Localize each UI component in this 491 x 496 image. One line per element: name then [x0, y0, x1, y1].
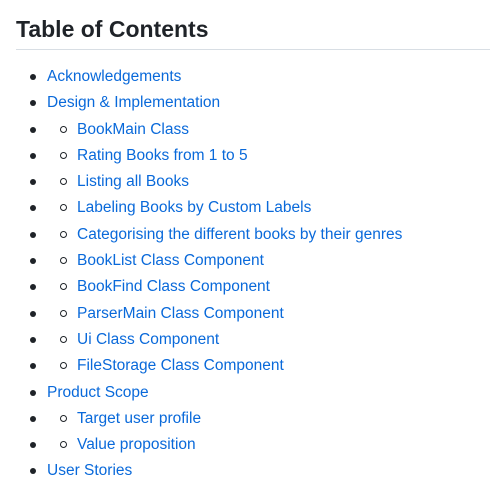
heading-divider: [16, 49, 490, 50]
hollow-circle-bullet-icon: [60, 178, 67, 186]
toc-item: BookFind Class Component: [0, 274, 491, 300]
toc-link-bookfind-class[interactable]: BookFind Class Component: [77, 274, 270, 300]
bullet-icon: [30, 179, 36, 186]
toc-item: Categorising the different books by thei…: [0, 222, 491, 248]
toc-link-product-scope[interactable]: Product Scope: [47, 380, 149, 406]
toc-item: Acknowledgements: [0, 64, 491, 90]
toc-item: BookList Class Component: [0, 248, 491, 274]
toc-item: Value proposition: [0, 432, 491, 458]
hollow-circle-bullet-icon: [60, 414, 67, 422]
toc-link-bookmain-class[interactable]: BookMain Class: [77, 117, 189, 143]
bullet-icon: [30, 205, 36, 212]
toc-item: User Stories: [0, 458, 491, 484]
hollow-circle-bullet-icon: [60, 230, 67, 238]
bullet-icon: [30, 415, 36, 422]
hollow-circle-bullet-icon: [60, 362, 67, 370]
toc-link-parsermain-class[interactable]: ParserMain Class Component: [77, 301, 284, 327]
hollow-circle-bullet-icon: [60, 257, 67, 265]
toc-item: Rating Books from 1 to 5: [0, 143, 491, 169]
bullet-icon: [30, 284, 36, 291]
toc-link-acknowledgements[interactable]: Acknowledgements: [47, 64, 181, 90]
bullet-icon: [30, 100, 36, 107]
toc-item: Target user profile: [0, 406, 491, 432]
toc-list: Acknowledgements Design & Implementation…: [0, 64, 491, 485]
hollow-circle-bullet-icon: [60, 283, 67, 291]
bullet-icon: [30, 468, 36, 475]
toc-item: Product Scope: [0, 380, 491, 406]
hollow-circle-bullet-icon: [60, 309, 67, 317]
bullet-icon: [30, 126, 36, 133]
toc-link-user-stories[interactable]: User Stories: [47, 458, 132, 484]
bullet-icon: [30, 74, 36, 80]
toc-item: BookMain Class: [0, 117, 491, 143]
bullet-icon: [30, 152, 36, 159]
hollow-circle-bullet-icon: [60, 125, 67, 133]
toc-item: FileStorage Class Component: [0, 353, 491, 379]
toc-link-booklist-class[interactable]: BookList Class Component: [77, 248, 264, 274]
toc-item: Labeling Books by Custom Labels: [0, 195, 491, 221]
hollow-circle-bullet-icon: [60, 335, 67, 343]
hollow-circle-bullet-icon: [60, 204, 67, 212]
bullet-icon: [30, 231, 36, 238]
toc-item: Listing all Books: [0, 169, 491, 195]
toc-link-ui-class[interactable]: Ui Class Component: [77, 327, 219, 353]
bullet-icon: [30, 336, 36, 343]
toc-link-value-proposition[interactable]: Value proposition: [77, 432, 196, 458]
bullet-icon: [30, 258, 36, 265]
toc-link-labeling-books[interactable]: Labeling Books by Custom Labels: [77, 195, 311, 221]
toc-link-rating-books[interactable]: Rating Books from 1 to 5: [77, 143, 248, 169]
page-title: Table of Contents: [16, 16, 209, 42]
toc-link-design-implementation[interactable]: Design & Implementation: [47, 90, 220, 116]
toc-link-listing-all-books[interactable]: Listing all Books: [77, 169, 189, 195]
markdown-page: Table of Contents Acknowledgements Desig…: [0, 0, 491, 496]
bullet-icon: [30, 363, 36, 370]
bullet-icon: [30, 442, 36, 449]
toc-item: ParserMain Class Component: [0, 301, 491, 327]
hollow-circle-bullet-icon: [60, 441, 67, 449]
bullet-icon: [30, 310, 36, 317]
toc-link-filestorage-class[interactable]: FileStorage Class Component: [77, 353, 284, 379]
toc-link-categorising-books[interactable]: Categorising the different books by thei…: [77, 222, 402, 248]
toc-item: Design & Implementation: [0, 90, 491, 116]
hollow-circle-bullet-icon: [60, 151, 67, 159]
toc-link-target-user-profile[interactable]: Target user profile: [77, 406, 201, 432]
bullet-icon: [30, 389, 36, 396]
toc-item: Ui Class Component: [0, 327, 491, 353]
